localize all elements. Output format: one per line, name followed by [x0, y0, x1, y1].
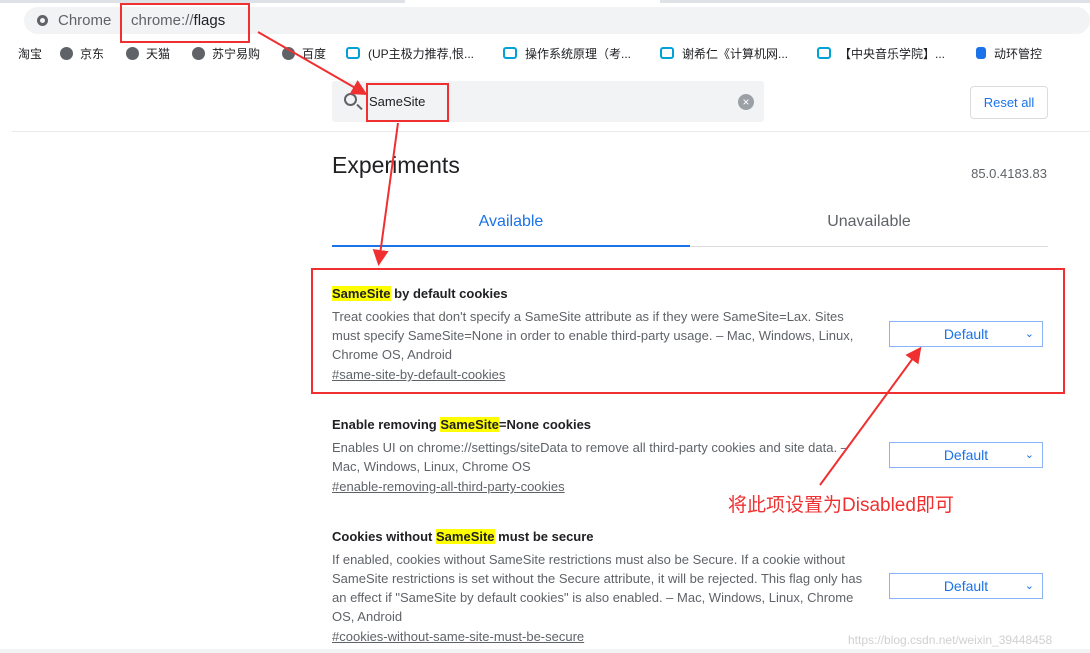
- watermark: https://blog.csdn.net/weixin_39448458: [848, 633, 1053, 647]
- annotation-arrows: [257, 31, 922, 486]
- annotation-note: 将此项设置为Disabled即可: [728, 495, 954, 516]
- arrow-url-to-search: [257, 31, 368, 95]
- arrow-note-to-select: [819, 346, 922, 486]
- arrow-search-to-flag: [372, 122, 399, 266]
